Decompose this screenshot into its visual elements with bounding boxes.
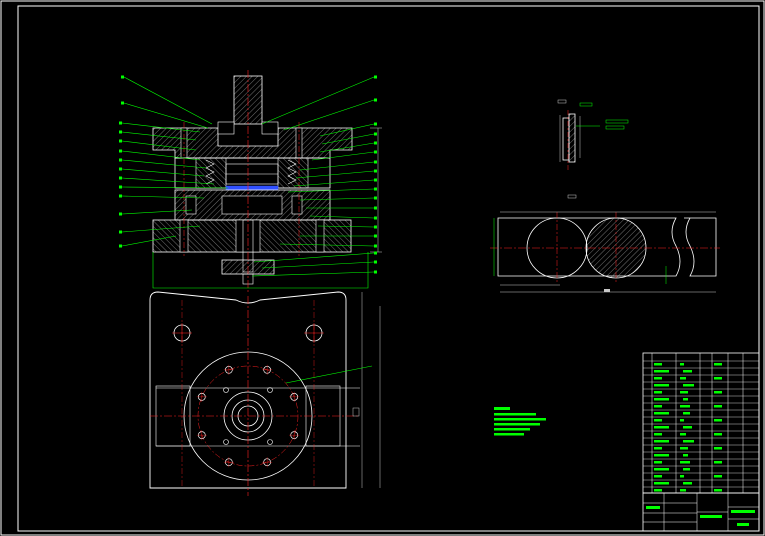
title-block <box>642 492 760 532</box>
plan-view <box>149 291 381 496</box>
leader-line-left <box>123 76 213 125</box>
pin-hole <box>223 439 229 445</box>
cad-drawing-canvas <box>0 0 765 536</box>
leader-line-left <box>121 159 207 169</box>
leader-line-right <box>253 252 375 263</box>
pin-hole <box>267 439 273 445</box>
inner-frame <box>17 5 760 532</box>
leader-line-left <box>121 168 205 177</box>
strip-layout-view <box>490 194 720 293</box>
section-view <box>152 70 382 292</box>
leader-line-right <box>283 99 375 131</box>
leader-line-right <box>261 261 375 269</box>
parts-list-table <box>642 352 760 494</box>
outer-frame <box>0 0 765 536</box>
leader-line-left <box>123 102 209 129</box>
part-detail-view <box>557 99 629 170</box>
leader-line-right <box>261 76 375 125</box>
technical-notes <box>494 407 546 436</box>
leader-line-right <box>299 161 375 171</box>
